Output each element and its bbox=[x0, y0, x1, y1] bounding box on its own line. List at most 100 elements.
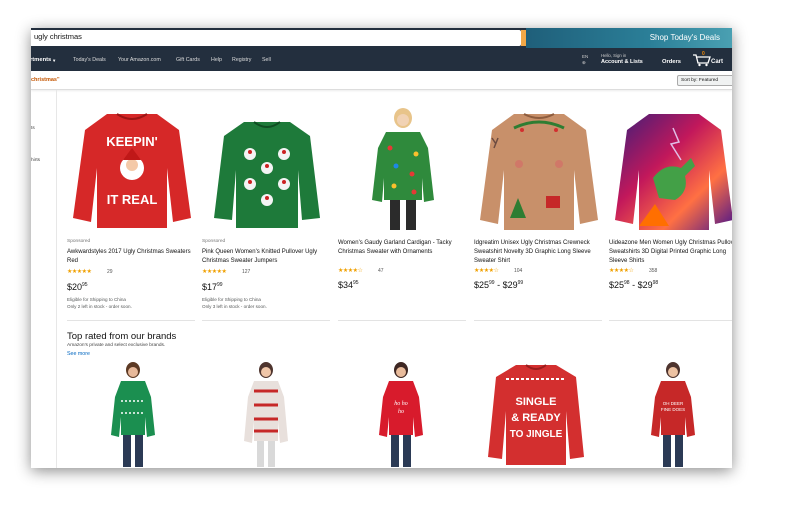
cart-count: 0 bbox=[702, 51, 705, 57]
sponsored-label: Sponsored bbox=[202, 239, 226, 244]
account-greeting[interactable]: Hello, Sign in bbox=[601, 53, 626, 58]
price-cents-max: 98 bbox=[652, 280, 659, 286]
product-title[interactable]: Idgreatim Unisex Ugly Christmas Crewneck… bbox=[474, 239, 606, 266]
svg-text:KEEPIN': KEEPIN' bbox=[106, 134, 158, 149]
departments-menu[interactable]: rtments bbox=[31, 57, 51, 63]
sidebar-item[interactable]: hirts bbox=[31, 158, 40, 163]
brand-product-image[interactable]: OH DEER FINE DOES bbox=[643, 361, 703, 468]
nav-link-todays-deals[interactable]: Today's Deals bbox=[73, 57, 106, 63]
nav-link-help[interactable]: Help bbox=[211, 57, 222, 63]
sponsored-label: Sponsored bbox=[67, 239, 91, 244]
results-search-term: christmas" bbox=[31, 77, 60, 83]
price-whole-max: $29 bbox=[637, 280, 653, 290]
top-bar: ugly christmas Shop Today's Deals bbox=[31, 28, 732, 48]
product-image[interactable] bbox=[202, 108, 332, 233]
shipping-info: Eligible for Shipping to China bbox=[67, 297, 126, 302]
price-whole: $20 bbox=[67, 282, 83, 292]
product-title[interactable]: Women's Gaudy Garland Cardigan - Tacky C… bbox=[338, 239, 470, 257]
card-divider bbox=[202, 320, 330, 321]
promo-banner[interactable]: Shop Today's Deals bbox=[526, 28, 732, 48]
sort-label: Sort by: Featured bbox=[681, 77, 719, 83]
svg-text:FINE DOES: FINE DOES bbox=[661, 407, 685, 412]
product-card[interactable]: Sponsored Pink Queen Women's Knitted Pul… bbox=[202, 108, 332, 338]
review-count[interactable]: 47 bbox=[378, 268, 384, 274]
svg-text:SINGLE: SINGLE bbox=[516, 396, 557, 408]
price-whole: $34 bbox=[338, 280, 354, 290]
review-count[interactable]: 358 bbox=[649, 268, 657, 274]
star-rating[interactable]: ★★★★☆ bbox=[474, 267, 499, 274]
browser-viewport: ugly christmas Shop Today's Deals rtment… bbox=[31, 28, 732, 468]
chevron-down-icon: ▾ bbox=[53, 58, 56, 63]
search-input[interactable]: ugly christmas bbox=[31, 30, 521, 46]
search-query: ugly christmas bbox=[34, 32, 82, 41]
star-rating[interactable]: ★★★★☆ bbox=[338, 267, 363, 274]
svg-text:TO JINGLE: TO JINGLE bbox=[510, 429, 563, 440]
product-image[interactable] bbox=[474, 108, 604, 233]
sort-dropdown[interactable]: Sort by: Featured bbox=[677, 75, 732, 86]
card-divider bbox=[67, 320, 195, 321]
price-cents-max: 99 bbox=[517, 280, 524, 286]
price-cents: 99 bbox=[217, 282, 223, 288]
brand-product-image[interactable] bbox=[236, 361, 296, 468]
price-cents: 95 bbox=[82, 282, 88, 288]
card-divider bbox=[338, 320, 466, 321]
brand-product-image[interactable]: SINGLE & READY TO JINGLE bbox=[486, 361, 586, 468]
svg-text:OH DEER: OH DEER bbox=[663, 401, 684, 406]
shipping-info: Eligible for Shipping to China bbox=[202, 297, 261, 302]
product-price[interactable]: $3495 bbox=[338, 280, 359, 290]
brands-section-title: Top rated from our brands bbox=[67, 331, 177, 342]
product-title[interactable]: Uideazone Men Women Ugly Christmas Pullo… bbox=[609, 239, 732, 266]
brand-product-image[interactable]: ho ho ho bbox=[371, 361, 431, 468]
price-whole: $17 bbox=[202, 282, 218, 292]
brands-section-subtitle: Amazon's private and select exclusive br… bbox=[67, 343, 166, 348]
see-more-link[interactable]: See more bbox=[67, 351, 90, 357]
nav-bar: rtments ▾ Today's Deals Your Amazon.com … bbox=[31, 48, 732, 71]
product-price[interactable]: $1799 bbox=[202, 282, 223, 292]
review-count[interactable]: 127 bbox=[242, 269, 250, 275]
results-bar: christmas" Sort by: Featured bbox=[31, 71, 732, 90]
product-price[interactable]: $2599 - $2999 bbox=[474, 280, 523, 290]
svg-text:ho ho: ho ho bbox=[394, 401, 408, 407]
globe-icon: ⊕ bbox=[582, 60, 586, 65]
stock-info: Only 2 left in stock - order soon. bbox=[67, 304, 132, 309]
product-price[interactable]: $2095 bbox=[67, 282, 88, 292]
price-whole: $25 bbox=[609, 280, 625, 290]
nav-link-sell[interactable]: Sell bbox=[262, 57, 271, 63]
star-rating[interactable]: ★★★★★ bbox=[67, 268, 92, 275]
star-rating[interactable]: ★★★★★ bbox=[202, 268, 227, 275]
svg-text:& READY: & READY bbox=[511, 412, 561, 424]
product-title[interactable]: Pink Queen Women's Knitted Pullover Ugly… bbox=[202, 248, 334, 266]
star-rating[interactable]: ★★★★☆ bbox=[609, 267, 634, 274]
brand-product-image[interactable] bbox=[103, 361, 163, 468]
sidebar-item[interactable]: ts bbox=[31, 126, 35, 131]
product-card[interactable]: Uideazone Men Women Ugly Christmas Pullo… bbox=[609, 108, 732, 338]
nav-link-registry[interactable]: Registry bbox=[232, 57, 251, 63]
card-divider bbox=[474, 320, 602, 321]
review-count[interactable]: 104 bbox=[514, 268, 522, 274]
promo-label: Shop Today's Deals bbox=[649, 33, 720, 42]
price-whole: $25 bbox=[474, 280, 490, 290]
cart-link[interactable]: Cart bbox=[711, 59, 723, 65]
product-title[interactable]: Awkwardstyles 2017 Ugly Christmas Sweate… bbox=[67, 248, 199, 266]
product-price[interactable]: $2598 - $2998 bbox=[609, 280, 658, 290]
svg-text:IT REAL: IT REAL bbox=[107, 192, 158, 207]
price-separator: - bbox=[494, 280, 503, 290]
filter-sidebar: ts hirts bbox=[31, 90, 57, 468]
product-card[interactable]: Idgreatim Unisex Ugly Christmas Crewneck… bbox=[474, 108, 604, 338]
nav-link-your-amazon[interactable]: Your Amazon.com bbox=[118, 57, 161, 63]
price-whole-max: $29 bbox=[502, 280, 518, 290]
review-count[interactable]: 29 bbox=[107, 269, 113, 275]
product-image[interactable] bbox=[338, 108, 468, 233]
price-cents: 95 bbox=[353, 280, 359, 286]
language-selector[interactable]: EN bbox=[582, 54, 588, 59]
nav-link-gift-cards[interactable]: Gift Cards bbox=[176, 57, 200, 63]
product-card[interactable]: Women's Gaudy Garland Cardigan - Tacky C… bbox=[338, 108, 468, 338]
product-image[interactable]: KEEPIN' IT REAL bbox=[67, 108, 197, 233]
product-card[interactable]: KEEPIN' IT REAL Sponsored Awkwardstyles … bbox=[67, 108, 197, 338]
stock-info: Only 3 left in stock - order soon. bbox=[202, 304, 267, 309]
orders-link[interactable]: Orders bbox=[662, 59, 681, 65]
account-lists-menu[interactable]: Account & Lists bbox=[601, 59, 643, 65]
card-divider bbox=[609, 320, 732, 321]
product-image[interactable] bbox=[609, 108, 732, 233]
svg-text:ho: ho bbox=[398, 409, 404, 415]
